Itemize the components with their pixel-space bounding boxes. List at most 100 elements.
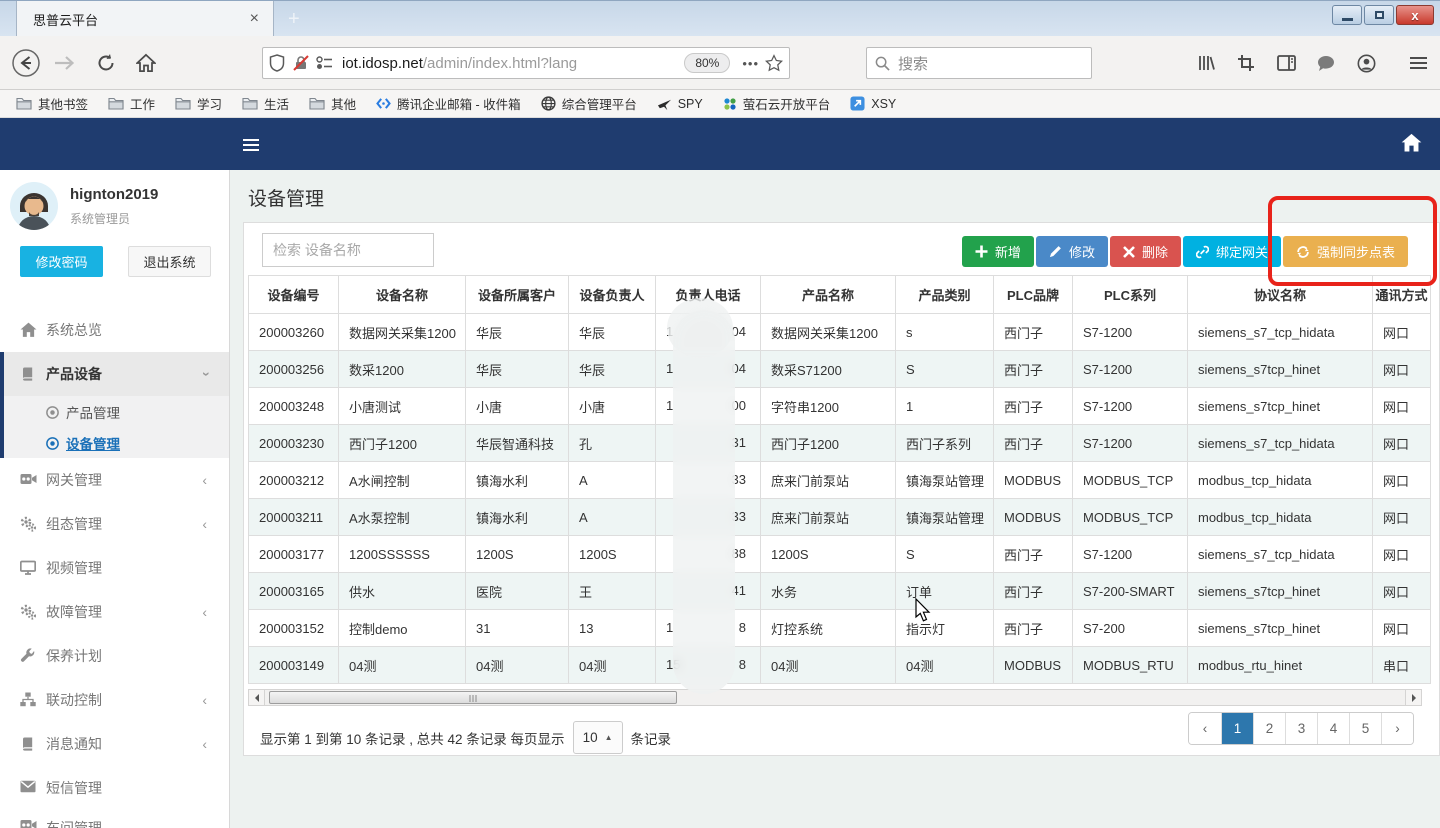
cell-owner: A (569, 499, 656, 536)
bookmark-label: 腾讯企业邮箱 - 收件箱 (397, 94, 521, 113)
home-icon (20, 322, 38, 338)
browser-tab[interactable]: 思普云平台 × (16, 1, 274, 37)
table-row[interactable]: 2000031771200SSSSSS1200S1200S881200SS西门子… (249, 536, 1431, 573)
column-header[interactable]: 产品名称 (761, 276, 896, 314)
monitor-icon (20, 560, 38, 576)
action-button-新增[interactable]: 新增 (962, 236, 1034, 267)
page-prev-button[interactable]: ‹ (1189, 713, 1221, 744)
sidebar-subitem-产品管理[interactable]: 产品管理 (4, 396, 229, 427)
url-text[interactable]: iot.idosp.net/admin/index.html?lang (342, 55, 684, 72)
table-row[interactable]: 200003230西门子1200华辰智通科技孔31西门子1200西门子系列西门子… (249, 425, 1431, 462)
sidebar-item-label: 系统总览 (46, 320, 102, 340)
table-row[interactable]: 200003248小唐测试小唐小唐100字符串12001西门子S7-1200si… (249, 388, 1431, 425)
bookmark-item[interactable]: 工作 (108, 94, 155, 113)
cell-comm: 网口 (1373, 388, 1431, 425)
table-row[interactable]: 200003211A水泵控制镇海水利A33庶来门前泵站镇海泵站管理MODBUSM… (249, 499, 1431, 536)
scroll-right-button[interactable] (1405, 690, 1421, 705)
phone-right: 8 (739, 657, 746, 672)
sidebar-item-产品设备[interactable]: 产品设备‹ (4, 352, 229, 396)
column-header[interactable]: 设备所属客户 (466, 276, 569, 314)
per-page-select[interactable]: 10 ▲ (573, 721, 623, 754)
column-header[interactable]: PLC系列 (1073, 276, 1188, 314)
sidebars-button[interactable] (1272, 49, 1300, 77)
column-header[interactable]: 设备编号 (249, 276, 339, 314)
sidebar-item-视频管理[interactable]: 视频管理 (0, 546, 229, 590)
forward-button[interactable] (48, 47, 80, 79)
app-home-button[interactable] (1401, 133, 1422, 153)
folder-icon (108, 97, 124, 110)
cell-product: 庶来门前泵站 (761, 462, 896, 499)
table-row[interactable]: 200003256数采1200华辰华辰104数采S71200S西门子S7-120… (249, 351, 1431, 388)
bookmark-item[interactable]: 其他 (309, 94, 356, 113)
cell-name: 控制demo (339, 610, 466, 647)
column-header[interactable]: 设备负责人 (569, 276, 656, 314)
scroll-left-button[interactable] (249, 690, 265, 705)
logout-button[interactable]: 退出系统 (128, 246, 211, 277)
bookmark-item[interactable]: 生活 (242, 94, 289, 113)
bookmark-item[interactable]: SPY (657, 97, 703, 111)
sidebar-item-系统总览[interactable]: 系统总览 (0, 308, 229, 352)
screenshot-button[interactable] (1232, 49, 1260, 77)
cell-customer: 镇海水利 (466, 499, 569, 536)
reload-button[interactable] (90, 47, 122, 79)
bookmark-item[interactable]: 学习 (175, 94, 222, 113)
page-button-4[interactable]: 4 (1317, 713, 1349, 744)
browser-search[interactable]: 搜索 (866, 47, 1092, 79)
page-button-5[interactable]: 5 (1349, 713, 1381, 744)
back-button[interactable] (10, 47, 42, 79)
column-header[interactable]: PLC品牌 (994, 276, 1073, 314)
table-row[interactable]: 200003165供水医院王41水务订单西门子S7-200-SMARTsieme… (249, 573, 1431, 610)
action-button-绑定网关[interactable]: 绑定网关 (1183, 236, 1281, 267)
bookmark-item[interactable]: 其他书签 (16, 94, 88, 113)
page-title: 设备管理 (248, 184, 324, 211)
column-header[interactable]: 设备名称 (339, 276, 466, 314)
action-button-修改[interactable]: 修改 (1036, 236, 1108, 267)
column-header[interactable]: 产品类别 (896, 276, 994, 314)
table-row[interactable]: 20000314904测04测04测15804测04测MODBUSMODBUS_… (249, 647, 1431, 684)
bookmark-star-icon[interactable] (765, 54, 783, 72)
menu-button[interactable] (1404, 49, 1432, 77)
close-button[interactable]: x (1396, 5, 1434, 25)
page-button-2[interactable]: 2 (1253, 713, 1285, 744)
zoom-indicator[interactable]: 80% (684, 53, 730, 73)
horizontal-scrollbar[interactable] (248, 689, 1422, 706)
bookmark-item[interactable]: 综合管理平台 (541, 94, 637, 113)
home-button[interactable] (130, 47, 162, 79)
sidebar-item-消息通知[interactable]: 消息通知‹ (0, 722, 229, 766)
messages-button[interactable] (1312, 49, 1340, 77)
library-button[interactable] (1192, 49, 1220, 77)
sidebar-item-网关管理[interactable]: 网关管理‹ (0, 458, 229, 502)
action-button-删除[interactable]: 删除 (1110, 236, 1181, 267)
page-button-1[interactable]: 1 (1221, 713, 1253, 744)
sidebar-toggle-button[interactable] (243, 136, 259, 154)
account-button[interactable] (1352, 49, 1380, 77)
sidebar-item-短信管理[interactable]: 短信管理 (0, 766, 229, 810)
sidebar-item-故障管理[interactable]: 故障管理‹ (0, 590, 229, 634)
sidebar-subitem-设备管理[interactable]: 设备管理 (4, 427, 229, 458)
cell-plc_brand: 西门子 (994, 388, 1073, 425)
bookmark-item[interactable]: 萤石云开放平台 (723, 94, 831, 113)
change-password-button[interactable]: 修改密码 (20, 246, 103, 277)
restore-button[interactable] (1364, 5, 1394, 25)
table-row[interactable]: 200003152控制demo311318灯控系统指示灯西门子S7-200sie… (249, 610, 1431, 647)
url-bar[interactable]: iot.idosp.net/admin/index.html?lang 80% … (262, 47, 790, 79)
page-button-3[interactable]: 3 (1285, 713, 1317, 744)
tab-close-icon[interactable]: × (246, 11, 263, 27)
minimize-button[interactable] (1332, 5, 1362, 25)
sidebar-item-组态管理[interactable]: 组态管理‹ (0, 502, 229, 546)
bookmark-item[interactable]: 腾讯企业邮箱 - 收件箱 (376, 94, 521, 113)
sidebar-item-联动控制[interactable]: 联动控制‹ (0, 678, 229, 722)
sidebar-item-车间管理[interactable]: 车间管理 (0, 810, 229, 828)
page-next-button[interactable]: › (1381, 713, 1413, 744)
table-row[interactable]: 200003212A水闸控制镇海水利A33庶来门前泵站镇海泵站管理MODBUSM… (249, 462, 1431, 499)
page-actions-icon[interactable]: ••• (742, 56, 759, 71)
sidebar-item-保养计划[interactable]: 保养计划 (0, 634, 229, 678)
bookmark-item[interactable]: XSY (850, 96, 896, 111)
device-search-input[interactable] (262, 233, 434, 267)
new-tab-button[interactable]: + (288, 9, 300, 29)
cell-owner: 华辰 (569, 351, 656, 388)
cell-category: S (896, 536, 994, 573)
avatar[interactable] (10, 182, 58, 230)
table-row[interactable]: 200003260数据网关采集1200华辰华辰104数据网关采集1200s西门子… (249, 314, 1431, 351)
scrollbar-thumb[interactable] (269, 691, 677, 704)
